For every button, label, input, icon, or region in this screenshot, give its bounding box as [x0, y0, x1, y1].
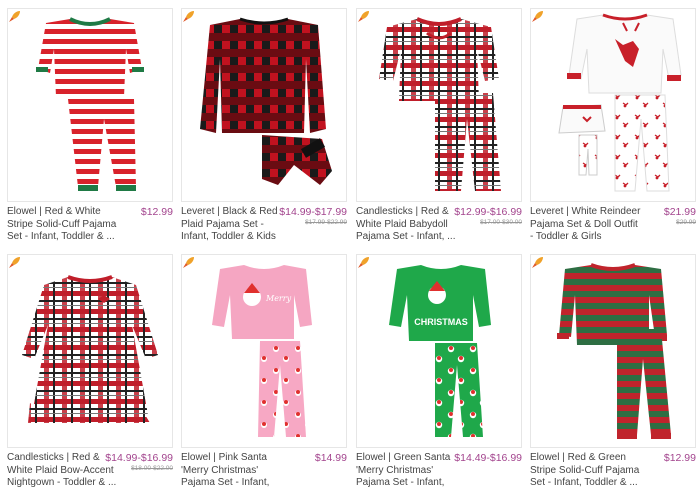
rocket-icon: [183, 257, 194, 268]
product-card[interactable]: Leveret | Black & Red Plaid Pajama Set -…: [181, 8, 347, 248]
product-image[interactable]: [7, 8, 173, 202]
product-price: $12.99: [140, 206, 173, 218]
product-title[interactable]: Elowel | Red & Green Stripe Solid-Cuff P…: [530, 452, 642, 490]
product-image[interactable]: [181, 8, 347, 202]
product-price: $14.99-$16.99: [105, 452, 173, 464]
original-price: $29.99: [676, 219, 696, 226]
product-card[interactable]: Candlesticks | Red & White Plaid Babydol…: [356, 8, 522, 248]
rocket-icon: [358, 257, 369, 268]
rocket-icon: [9, 11, 20, 22]
product-image[interactable]: [530, 8, 696, 202]
product-title[interactable]: Leveret | Black & Red Plaid Pajama Set -…: [181, 206, 293, 244]
product-price: $12.99: [663, 452, 696, 464]
rocket-icon: [358, 11, 369, 22]
rocket-icon: [532, 11, 543, 22]
rocket-icon: [9, 257, 20, 268]
shirt-text: CHRISTMAS: [414, 317, 468, 327]
product-image[interactable]: [7, 254, 173, 448]
product-title[interactable]: Elowel | Pink Santa 'Merry Christmas' Pa…: [181, 452, 293, 490]
product-price: $21.99: [663, 206, 696, 218]
product-card[interactable]: Elowel | Red & White Stripe Solid-Cuff P…: [7, 8, 173, 248]
product-price: $14.99-$17.99: [279, 206, 347, 218]
original-price: $17.99-$22.99: [305, 219, 347, 226]
product-image[interactable]: [530, 254, 696, 448]
product-image[interactable]: Merry: [181, 254, 347, 448]
product-card[interactable]: Merry Elowel | Pink Santa 'Merry Christm…: [181, 254, 347, 494]
product-image[interactable]: CHRISTMAS: [356, 254, 522, 448]
original-price: $18.00-$22.00: [131, 465, 173, 472]
product-price: $12.99-$16.99: [454, 206, 522, 218]
product-card[interactable]: Leveret | White Reindeer Pajama Set & Do…: [530, 8, 696, 248]
original-price: $17.00-$30.00: [480, 219, 522, 226]
product-grid: Elowel | Red & White Stripe Solid-Cuff P…: [0, 0, 700, 491]
product-card[interactable]: Candlesticks | Red & White Plaid Bow-Acc…: [7, 254, 173, 494]
rocket-icon: [532, 257, 543, 268]
product-price: $14.99: [314, 452, 347, 464]
product-title[interactable]: Elowel | Green Santa 'Merry Christmas' P…: [356, 452, 468, 490]
product-title[interactable]: Candlesticks | Red & White Plaid Bow-Acc…: [7, 452, 119, 490]
product-title[interactable]: Leveret | White Reindeer Pajama Set & Do…: [530, 206, 642, 244]
product-card[interactable]: CHRISTMAS Elowel | Green Santa 'Merry Ch…: [356, 254, 522, 494]
product-card[interactable]: Elowel | Red & Green Stripe Solid-Cuff P…: [530, 254, 696, 494]
product-image[interactable]: [356, 8, 522, 202]
product-price: $14.49-$16.99: [454, 452, 522, 464]
product-title[interactable]: Elowel | Red & White Stripe Solid-Cuff P…: [7, 206, 119, 244]
svg-text:Merry: Merry: [265, 294, 292, 303]
product-title[interactable]: Candlesticks | Red & White Plaid Babydol…: [356, 206, 468, 244]
rocket-icon: [183, 11, 194, 22]
